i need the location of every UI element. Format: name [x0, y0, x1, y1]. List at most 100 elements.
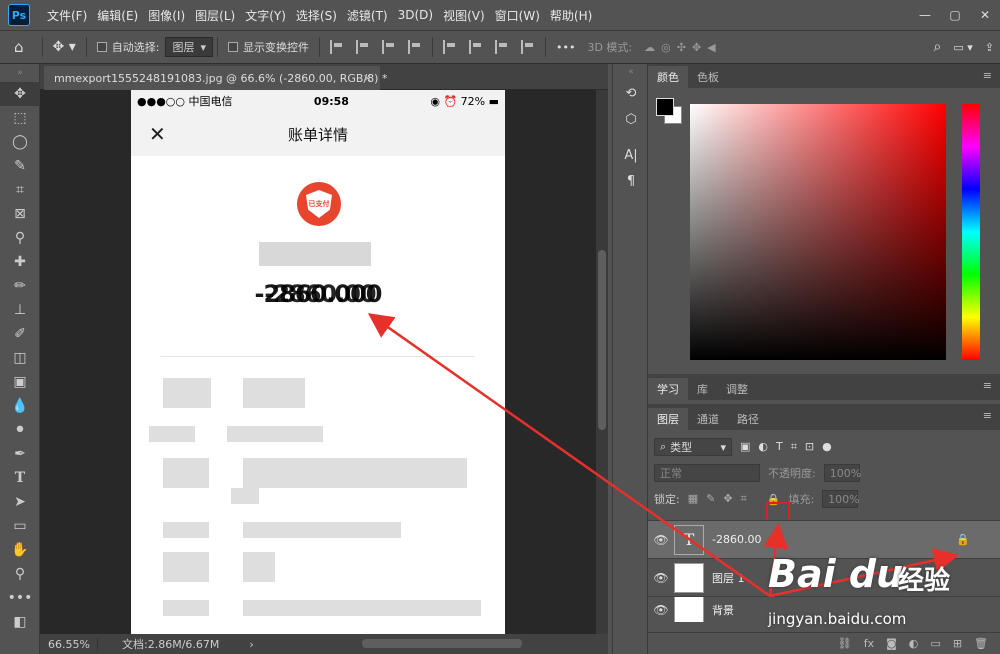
- character-panel-icon[interactable]: A|: [613, 142, 649, 168]
- home-icon[interactable]: ⌂: [0, 35, 38, 59]
- search-icon[interactable]: ⌕: [928, 35, 948, 59]
- document-tab[interactable]: mmexport1555248191083.jpg @ 66.6% (-2860…: [44, 66, 387, 90]
- layer-name[interactable]: 图层 1: [712, 570, 745, 586]
- close-tab-icon[interactable]: ✕: [363, 72, 372, 85]
- auto-select-checkbox[interactable]: 自动选择:: [91, 35, 166, 59]
- visibility-eye-icon[interactable]: 👁: [648, 603, 674, 617]
- layer-kind-dropdown[interactable]: ⌕ 类型 ▾: [654, 438, 732, 456]
- layer-row-background[interactable]: 👁 背景: [648, 596, 1000, 622]
- 3d-panel-icon[interactable]: ⬡: [613, 106, 649, 132]
- pen-tool[interactable]: ✒: [0, 442, 40, 466]
- zoom-tool[interactable]: ⚲: [0, 562, 40, 586]
- workspace-icon[interactable]: ▭ ▾: [947, 35, 978, 59]
- lasso-tool[interactable]: ◯: [0, 130, 40, 154]
- tab-channels[interactable]: 通道: [688, 408, 728, 430]
- layer-row-text[interactable]: 👁 T -2860.00 🔒: [648, 520, 1000, 558]
- menu-view[interactable]: 视图(V): [438, 7, 490, 24]
- crop-tool[interactable]: ⌗: [0, 178, 40, 202]
- maximize-icon[interactable]: ▢: [940, 0, 970, 30]
- quick-select-tool[interactable]: ✎: [0, 154, 40, 178]
- blur-tool[interactable]: 💧: [0, 394, 40, 418]
- align-top-icon[interactable]: [443, 40, 457, 54]
- minimize-icon[interactable]: —: [910, 0, 940, 30]
- tab-libraries[interactable]: 库: [688, 378, 717, 400]
- blend-mode-dropdown[interactable]: 正常: [654, 464, 760, 482]
- eraser-tool[interactable]: ◫: [0, 346, 40, 370]
- vertical-scrollbar[interactable]: [596, 90, 608, 634]
- rectangle-tool[interactable]: ▭: [0, 514, 40, 538]
- collapse-icon[interactable]: »: [0, 64, 40, 82]
- show-transform-checkbox[interactable]: 显示变换控件: [222, 35, 315, 59]
- gradient-tool[interactable]: ▣: [0, 370, 40, 394]
- layer-row-image[interactable]: 👁 图层 1: [648, 558, 1000, 596]
- chevron-right-icon[interactable]: ›: [219, 638, 253, 651]
- group-icon[interactable]: ▭: [930, 637, 940, 650]
- distribute-vertical-icon[interactable]: [521, 40, 535, 54]
- dodge-tool[interactable]: ⚫: [0, 418, 40, 442]
- menu-3d[interactable]: 3D(D): [393, 8, 438, 22]
- visibility-eye-icon[interactable]: 👁: [648, 533, 674, 547]
- tab-paths[interactable]: 路径: [728, 408, 768, 430]
- link-icon[interactable]: ⛓: [838, 637, 852, 650]
- panel-menu-icon[interactable]: ≡: [983, 379, 992, 392]
- menu-window[interactable]: 窗口(W): [490, 7, 545, 24]
- history-panel-icon[interactable]: ⟲: [613, 80, 649, 106]
- close-window-icon[interactable]: ✕: [970, 0, 1000, 30]
- fx-icon[interactable]: fx: [864, 637, 874, 650]
- horizontal-scroll-thumb[interactable]: [362, 639, 522, 648]
- marquee-tool[interactable]: ⬚: [0, 106, 40, 130]
- adjustment-icon[interactable]: ◐: [909, 637, 919, 650]
- layer-name[interactable]: -2860.00: [712, 533, 761, 546]
- align-right-icon[interactable]: [382, 40, 396, 54]
- lock-options-icons[interactable]: ▦✎✥⌗: [688, 492, 755, 506]
- more-options-icon[interactable]: •••: [550, 35, 581, 59]
- tab-color[interactable]: 颜色: [648, 66, 688, 88]
- visibility-eye-icon[interactable]: 👁: [648, 571, 674, 585]
- color-swatches-icon[interactable]: ◧: [0, 610, 40, 634]
- align-center-icon[interactable]: [356, 40, 370, 54]
- menu-filter[interactable]: 滤镜(T): [342, 7, 393, 24]
- collapse-icon[interactable]: «: [613, 64, 649, 80]
- share-icon[interactable]: ⇪: [979, 35, 1000, 59]
- frame-tool[interactable]: ⊠: [0, 202, 40, 226]
- tab-adjustments[interactable]: 调整: [717, 378, 757, 400]
- tab-learn[interactable]: 学习: [648, 378, 688, 400]
- align-bottom-icon[interactable]: [495, 40, 509, 54]
- mask-icon[interactable]: ◙: [886, 637, 897, 650]
- panel-menu-icon[interactable]: ≡: [983, 69, 992, 82]
- hand-tool[interactable]: ✋: [0, 538, 40, 562]
- layer-filter-icons[interactable]: ▣◐T⌗⊡●: [740, 440, 840, 454]
- hue-slider[interactable]: [962, 104, 980, 360]
- stamp-tool[interactable]: ⊥: [0, 298, 40, 322]
- more-tools-icon[interactable]: •••: [0, 586, 40, 610]
- move-tool-icon[interactable]: ✥ ▾: [47, 35, 82, 59]
- auto-select-target-dropdown[interactable]: 图层 ▾: [165, 37, 213, 57]
- zoom-level[interactable]: 66.55%: [40, 637, 98, 651]
- brush-tool[interactable]: ✏: [0, 274, 40, 298]
- menu-file[interactable]: 文件(F): [42, 7, 92, 24]
- scroll-thumb[interactable]: [598, 250, 606, 430]
- menu-type[interactable]: 文字(Y): [240, 7, 291, 24]
- menu-help[interactable]: 帮助(H): [545, 7, 597, 24]
- align-left-icon[interactable]: [330, 40, 344, 54]
- fill-field[interactable]: 100%: [822, 490, 860, 508]
- menu-image[interactable]: 图像(I): [143, 7, 190, 24]
- distribute-icon[interactable]: [408, 40, 422, 54]
- opacity-field[interactable]: 100%: [823, 464, 861, 482]
- type-tool[interactable]: T: [0, 466, 40, 490]
- align-middle-icon[interactable]: [469, 40, 483, 54]
- tab-swatches[interactable]: 色板: [688, 66, 728, 88]
- trash-icon[interactable]: 🗑: [974, 637, 988, 650]
- canvas-area[interactable]: ●●●○○ 中国电信 09:58 ◉ ⏰ 72% ▬ ✕ 账单详情 已支付 -2…: [40, 90, 596, 634]
- history-brush-tool[interactable]: ✐: [0, 322, 40, 346]
- paragraph-panel-icon[interactable]: ¶: [613, 168, 649, 194]
- panel-menu-icon[interactable]: ≡: [983, 409, 992, 422]
- menu-select[interactable]: 选择(S): [291, 7, 342, 24]
- tab-layers[interactable]: 图层: [648, 408, 688, 430]
- path-select-tool[interactable]: ➤: [0, 490, 40, 514]
- layer-name[interactable]: 背景: [712, 602, 734, 618]
- 3d-tools-icon[interactable]: ☁◎✣✥◀: [638, 35, 728, 59]
- menu-layer[interactable]: 图层(L): [190, 7, 240, 24]
- color-field[interactable]: [690, 104, 946, 360]
- eyedropper-tool[interactable]: ⚲: [0, 226, 40, 250]
